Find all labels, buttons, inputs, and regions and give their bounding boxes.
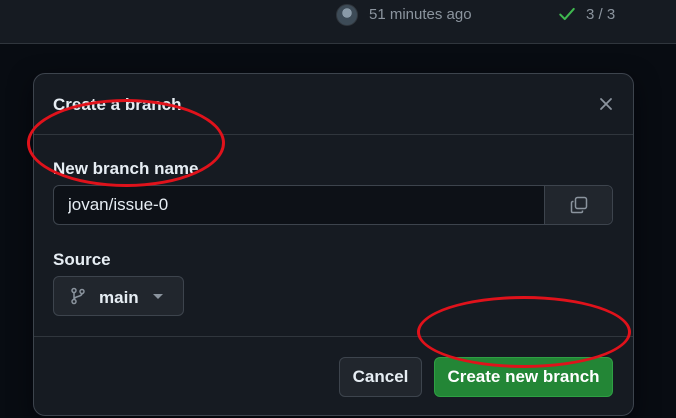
commit-time: 51 minutes ago (369, 6, 472, 23)
branch-name-input[interactable] (54, 186, 545, 224)
source-label: Source (53, 250, 111, 269)
chevron-down-icon (153, 294, 163, 299)
header-bar: 51 minutes ago 3 / 3 (0, 0, 676, 44)
check-icon (559, 7, 575, 21)
branch-name-field (53, 185, 613, 225)
source-branch-label: main (99, 288, 139, 307)
avatar[interactable] (336, 4, 358, 26)
modal-overlay: Create a branch New branch name Source (0, 44, 676, 418)
footer-divider (34, 336, 633, 337)
dialog-header: Create a branch (34, 74, 633, 135)
x-icon (600, 98, 612, 110)
checks-count[interactable]: 3 / 3 (586, 6, 615, 23)
dialog-title: Create a branch (53, 95, 182, 114)
git-branch-icon (71, 287, 85, 305)
branch-name-label: New branch name (53, 159, 199, 178)
copy-button[interactable] (544, 186, 612, 224)
close-button[interactable] (593, 91, 619, 117)
copy-icon (570, 196, 587, 214)
create-branch-dialog: Create a branch New branch name Source (33, 73, 634, 416)
source-branch-dropdown[interactable]: main (53, 276, 184, 316)
cancel-button[interactable]: Cancel (339, 357, 422, 397)
create-branch-button[interactable]: Create new branch (434, 357, 613, 397)
